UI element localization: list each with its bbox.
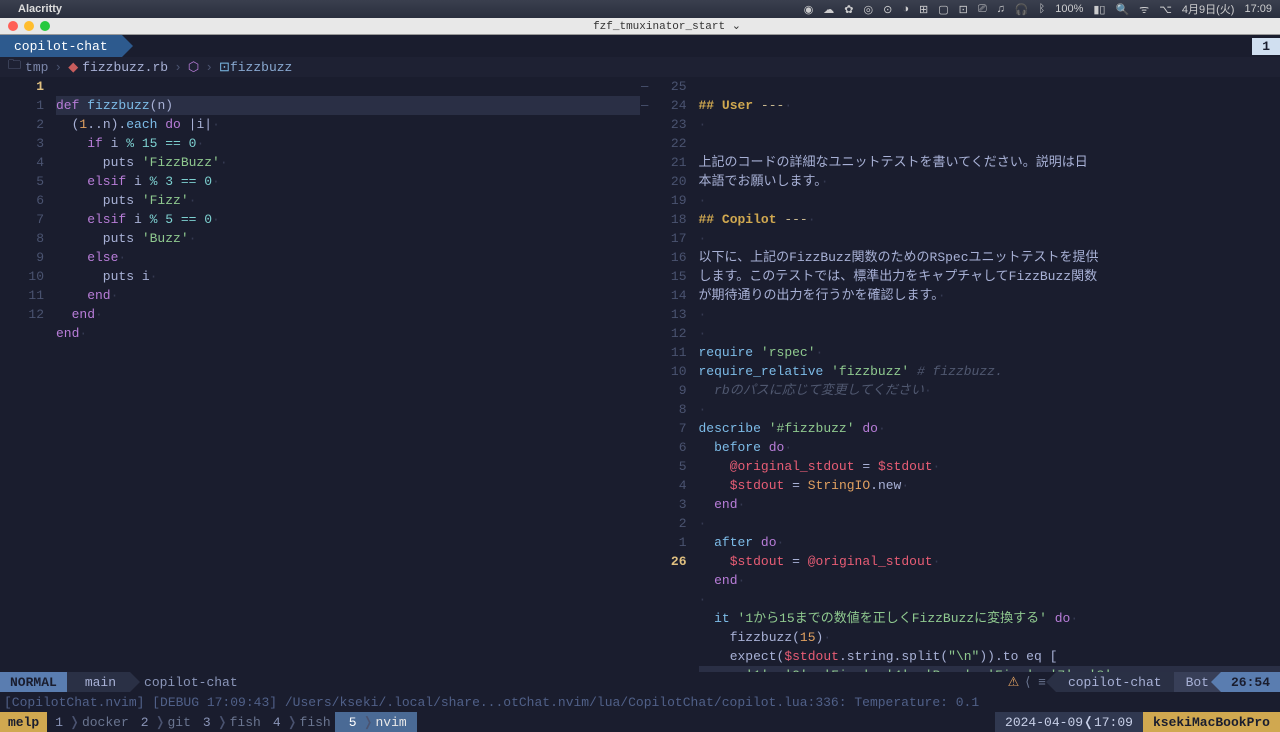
method-icon: ⊡ <box>219 60 230 75</box>
message-line: [CopilotChat.nvim] [DEBUG 17:09:43] /Use… <box>0 692 1280 712</box>
mode-indicator: NORMAL <box>0 672 67 692</box>
tab-index: 1 <box>1252 38 1280 55</box>
left-gutter: 1123456789101112 <box>0 77 56 672</box>
control-center-icon[interactable]: ⌥ <box>1159 3 1172 16</box>
battery-icon: ▮▯ <box>1093 3 1105 16</box>
app-name: Alacritty <box>18 3 62 15</box>
tmux-window-5-active[interactable]: 5❭nvim <box>335 712 417 732</box>
status-icon: ▢ <box>938 3 948 16</box>
left-pane[interactable]: 1123456789101112 def fizzbuzz(n) (1..n).… <box>0 77 640 672</box>
bluetooth-icon: ᛒ <box>1039 3 1046 15</box>
tmux-window-3[interactable]: 3❭fish <box>195 712 265 732</box>
tmux-window-1[interactable]: 1❭docker <box>47 712 133 732</box>
battery-pct: 100% <box>1055 3 1083 15</box>
breadcrumb-file[interactable]: fizzbuzz.rb <box>82 60 168 75</box>
minimize-icon[interactable] <box>24 21 34 31</box>
menubar-status: ◉ ☁ ✿ ◎ ⊙ ◑ ⊞ ▢ ⊡ ⎚ ♫ 🎧 ᛒ 100% ▮▯ 🔍 ᯤ ⌥ … <box>804 1 1272 17</box>
tmux-statusbar: melp 1❭docker 2❭git 3❭fish 4❭fish 5❭nvim… <box>0 712 1280 732</box>
zoom-icon[interactable] <box>40 21 50 31</box>
cursor-pos: 26:54 <box>1221 672 1280 692</box>
close-icon[interactable] <box>8 21 18 31</box>
breadcrumb-seg[interactable]: tmp <box>25 60 48 75</box>
menubar-date[interactable]: 4月9日(火) <box>1182 1 1235 17</box>
ruby-icon: ◆ <box>68 60 78 75</box>
tab-copilot-chat[interactable]: copilot-chat <box>0 35 122 57</box>
headphones-icon: 🎧 <box>1015 3 1029 16</box>
status-icon: ♫ <box>997 3 1005 15</box>
search-icon[interactable]: 🔍 <box>1115 3 1129 16</box>
warning-icon: ⚠ <box>1008 675 1020 690</box>
traffic-lights[interactable] <box>8 21 50 31</box>
status-icon: ◎ <box>864 3 874 16</box>
window-titlebar: fzf_tmuxinator_start ⌄ <box>0 18 1280 35</box>
status-icon: ⎚ <box>978 3 987 16</box>
diagnostics-icon: ⟨ ≡ <box>1025 675 1046 690</box>
editor-area: 1123456789101112 def fizzbuzz(n) (1..n).… <box>0 77 1280 672</box>
tab-label: copilot-chat <box>14 39 108 54</box>
status-icon: ◉ <box>804 3 814 16</box>
breadcrumb: 🗀 tmp › ◆ fizzbuzz.rb › ⬡ › ⊡ fizzbuzz <box>0 57 1280 77</box>
breadcrumb-func[interactable]: fizzbuzz <box>230 60 292 75</box>
status-icon: ☁ <box>823 3 834 16</box>
status-icon: ◑ <box>902 3 909 15</box>
folder-icon: 🗀 <box>8 56 21 78</box>
status-icon: ⊙ <box>883 3 892 16</box>
status-icon: ⊡ <box>959 3 968 16</box>
tmux-date: 2024-04-09 ❬ 17:09 <box>995 712 1143 732</box>
status-icon: ⊞ <box>919 3 928 16</box>
tmux-window-2[interactable]: 2❭git <box>133 712 195 732</box>
statusline-file-right: copilot-chat <box>1056 672 1174 692</box>
window-title: fzf_tmuxinator_start ⌄ <box>62 19 1272 33</box>
tmux-window-4[interactable]: 4❭fish <box>265 712 335 732</box>
right-code[interactable]: ## User ---· · 上記のコードの詳細なユニットテストを書いてください… <box>699 77 1280 672</box>
git-branch: main <box>67 672 130 692</box>
tabline: copilot-chat 1 <box>0 35 1280 57</box>
statusline: NORMAL main copilot-chat ⚠ ⟨ ≡ copilot-c… <box>0 672 1280 692</box>
macos-menubar: Alacritty ◉ ☁ ✿ ◎ ⊙ ◑ ⊞ ▢ ⊡ ⎚ ♫ 🎧 ᛒ 100%… <box>0 0 1280 18</box>
tmux-host: ksekiMacBookPro <box>1143 712 1280 732</box>
tmux-session[interactable]: melp <box>0 712 47 732</box>
statusline-file-left: copilot-chat <box>130 675 252 690</box>
left-code[interactable]: def fizzbuzz(n) (1..n).each do |i|· if i… <box>56 77 640 672</box>
symbol-icon: ⬡ <box>188 60 199 75</box>
right-pane[interactable]: —— 2524232221201918171615141312111098765… <box>641 77 1280 672</box>
fold-column: —— <box>641 77 659 672</box>
wifi-icon: ᯤ <box>1139 2 1149 17</box>
status-icon: ✿ <box>844 3 853 16</box>
menubar-time[interactable]: 17:09 <box>1244 3 1272 15</box>
right-gutter: 2524232221201918171615141312111098765432… <box>659 77 699 672</box>
